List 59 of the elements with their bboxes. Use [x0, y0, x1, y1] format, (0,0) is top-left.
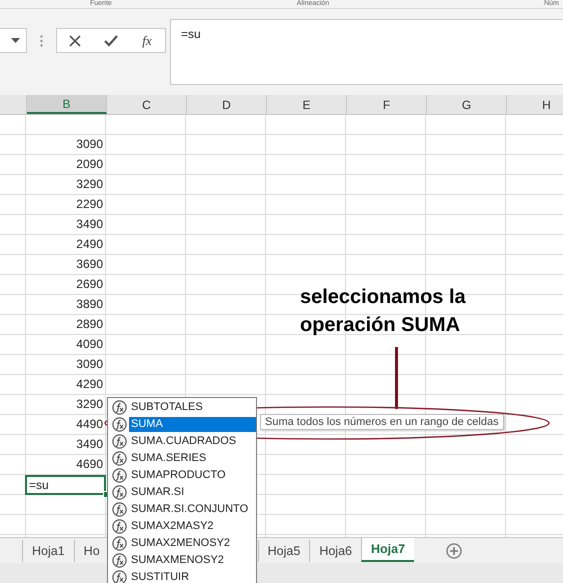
function-icon [112, 536, 127, 551]
column-header[interactable]: C [107, 95, 187, 114]
caret-icon [11, 38, 20, 43]
function-icon [112, 502, 127, 517]
table-cell-text: 2890 [75, 316, 104, 333]
function-icon [112, 417, 127, 432]
sheet-tab[interactable]: Ho [74, 540, 100, 562]
column-header[interactable]: E [267, 95, 347, 114]
table-cell-text: 2290 [75, 196, 104, 213]
table-cell-text: 3090 [75, 136, 104, 153]
table-cell-text: 4290 [75, 376, 104, 393]
function-option[interactable]: SUMA.SERIES [129, 451, 256, 466]
sheet-tab[interactable]: Hoja1 [22, 540, 74, 562]
function-icon [112, 434, 127, 449]
table-cell-text: 2690 [75, 276, 104, 293]
function-icon [112, 485, 127, 500]
table-cell-text: 3490 [75, 216, 104, 233]
function-tooltip: Suma todos los números en un rango de celdas [260, 414, 504, 430]
table-cell-text: 4690 [75, 456, 104, 473]
close-icon [69, 34, 81, 46]
table-cell-text: 4490 [75, 416, 104, 433]
function-option[interactable]: SUMAXMENOSY2 [129, 553, 256, 568]
function-option[interactable]: SUMAPRODUCTO [129, 468, 256, 483]
function-option[interactable]: SUMA [129, 417, 256, 432]
function-icon [112, 468, 127, 483]
function-option[interactable]: SUMAR.SI [129, 485, 256, 500]
table-cell-text: 3290 [75, 396, 104, 413]
table-cell-text: 2090 [75, 156, 104, 173]
function-option[interactable]: SUMAX2MENOSY2 [129, 536, 256, 551]
function-option[interactable]: SUMAR.SI.CONJUNTO [129, 502, 256, 517]
function-option[interactable]: SUSTITUIR [129, 570, 256, 583]
function-icon [112, 400, 127, 415]
leader-line [395, 347, 398, 409]
function-option[interactable]: SUBTOTALES [129, 400, 256, 415]
column-header[interactable]: D [187, 95, 267, 114]
function-icon [112, 451, 127, 466]
active-cell-input[interactable]: =su [25, 475, 106, 495]
grip-icon [40, 35, 43, 47]
column-header[interactable]: G [427, 95, 507, 114]
column-header[interactable]: H [507, 95, 563, 114]
column-header[interactable]: F [347, 95, 427, 114]
formula-field[interactable]: =su [170, 19, 563, 85]
function-option[interactable]: SUMA.CUADRADOS [129, 434, 256, 449]
table-cell-text: 3290 [75, 176, 104, 193]
function-icon [112, 519, 127, 534]
table-cell-text: 3090 [75, 356, 104, 373]
table-cell-text: 3490 [75, 436, 104, 453]
function-icon [112, 553, 127, 568]
name-box[interactable] [0, 28, 27, 53]
plus-icon [446, 542, 462, 558]
function-option[interactable]: SUMAX2MASY2 [129, 519, 256, 534]
checkmark-icon [104, 34, 118, 46]
table-cell-text: 3690 [75, 256, 104, 273]
table-cell-text: 3890 [75, 296, 104, 313]
table-cell-text: 2490 [75, 236, 104, 253]
column-header[interactable]: B [27, 95, 107, 114]
table-cell-text: 4090 [75, 336, 104, 353]
annotation-text: seleccionamos la operación SUMA [300, 285, 467, 338]
sheet-tab[interactable]: Hoja7 [361, 538, 414, 562]
